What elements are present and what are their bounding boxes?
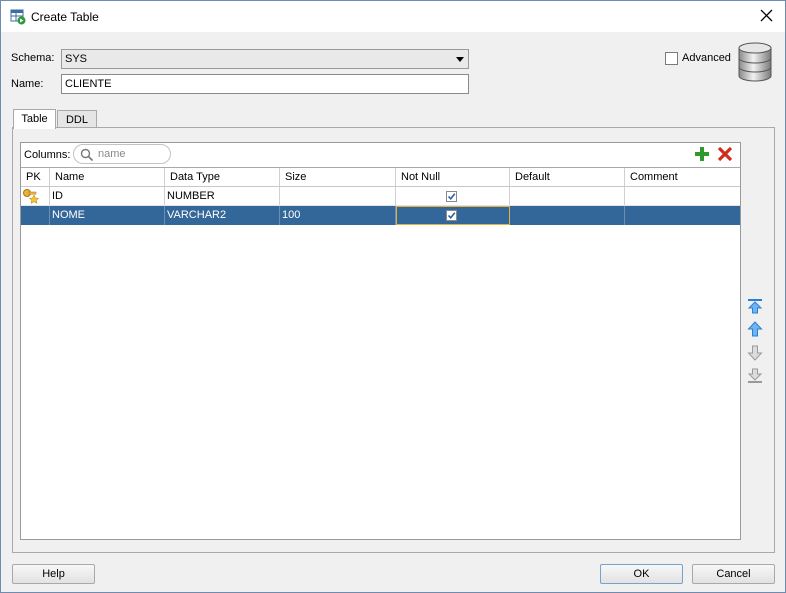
close-icon[interactable] bbox=[757, 6, 777, 26]
comment-cell[interactable] bbox=[625, 206, 740, 225]
tab-table[interactable]: Table bbox=[13, 109, 56, 129]
move-up-icon[interactable] bbox=[747, 321, 763, 337]
not-null-cell[interactable] bbox=[396, 206, 510, 225]
ok-button[interactable]: OK bbox=[600, 564, 683, 584]
schema-value: SYS bbox=[65, 53, 88, 65]
columns-search-input[interactable]: name bbox=[73, 144, 171, 164]
size-cell[interactable]: 100 bbox=[280, 206, 396, 225]
header-default[interactable]: Default bbox=[510, 168, 625, 186]
tab-table-label: Table bbox=[21, 113, 48, 125]
columns-label: Columns: bbox=[24, 149, 71, 161]
chevron-down-icon bbox=[456, 57, 464, 62]
help-button-label: Help bbox=[42, 568, 65, 580]
window-title: Create Table bbox=[31, 10, 99, 24]
pk-cell[interactable] bbox=[21, 187, 50, 205]
advanced-label[interactable]: Advanced bbox=[682, 52, 731, 64]
header-pk[interactable]: PK bbox=[21, 168, 50, 186]
header-comment[interactable]: Comment bbox=[625, 168, 740, 186]
not-null-checkbox[interactable] bbox=[446, 191, 457, 202]
table-name-value: CLIENTE bbox=[65, 78, 112, 90]
search-icon bbox=[80, 148, 94, 162]
schema-label: Schema: bbox=[11, 52, 55, 64]
move-top-icon[interactable] bbox=[747, 298, 763, 314]
title-bar: Create Table bbox=[1, 1, 785, 32]
check-icon bbox=[447, 212, 456, 220]
name-cell[interactable]: ID bbox=[50, 187, 165, 205]
ok-button-label: OK bbox=[633, 568, 650, 580]
move-bottom-icon[interactable] bbox=[747, 368, 763, 384]
schema-select[interactable]: SYS bbox=[61, 49, 469, 69]
header-data-type[interactable]: Data Type bbox=[165, 168, 280, 186]
advanced-checkbox[interactable] bbox=[665, 52, 678, 65]
help-button[interactable]: Help bbox=[12, 564, 95, 584]
header-not-null[interactable]: Not Null bbox=[396, 168, 510, 186]
create-table-dialog: Create Table Schema: SYS Name: CLIENTE A… bbox=[0, 0, 786, 593]
comment-cell[interactable] bbox=[625, 187, 740, 205]
cancel-button[interactable]: Cancel bbox=[692, 564, 775, 584]
size-cell[interactable] bbox=[280, 187, 396, 205]
table-row[interactable]: ID NUMBER bbox=[21, 187, 740, 206]
default-cell[interactable] bbox=[510, 187, 625, 205]
move-down-icon[interactable] bbox=[747, 345, 763, 361]
name-label: Name: bbox=[11, 78, 44, 90]
table-name-input[interactable]: CLIENTE bbox=[61, 74, 469, 94]
tab-ddl-label: DDL bbox=[65, 114, 88, 126]
cancel-button-label: Cancel bbox=[716, 568, 751, 580]
search-placeholder: name bbox=[98, 148, 126, 160]
plus-icon[interactable] bbox=[694, 146, 710, 162]
header-size[interactable]: Size bbox=[280, 168, 396, 186]
pk-cell[interactable] bbox=[21, 206, 50, 225]
default-cell[interactable] bbox=[510, 206, 625, 225]
not-null-cell[interactable] bbox=[396, 187, 510, 205]
check-icon bbox=[447, 193, 456, 201]
not-null-checkbox[interactable] bbox=[446, 210, 457, 221]
table-row-selected[interactable]: NOME VARCHAR2 100 bbox=[21, 206, 740, 225]
columns-grid-header: PK Name Data Type Size Not Null Default … bbox=[21, 167, 740, 187]
data-type-cell[interactable]: NUMBER bbox=[165, 187, 280, 205]
header-name[interactable]: Name bbox=[50, 168, 165, 186]
delete-icon[interactable] bbox=[717, 146, 733, 162]
database-icon bbox=[738, 42, 772, 82]
name-cell[interactable]: NOME bbox=[50, 206, 165, 225]
table-icon bbox=[10, 9, 26, 25]
data-type-cell[interactable]: VARCHAR2 bbox=[165, 206, 280, 225]
primary-key-icon bbox=[23, 189, 40, 204]
